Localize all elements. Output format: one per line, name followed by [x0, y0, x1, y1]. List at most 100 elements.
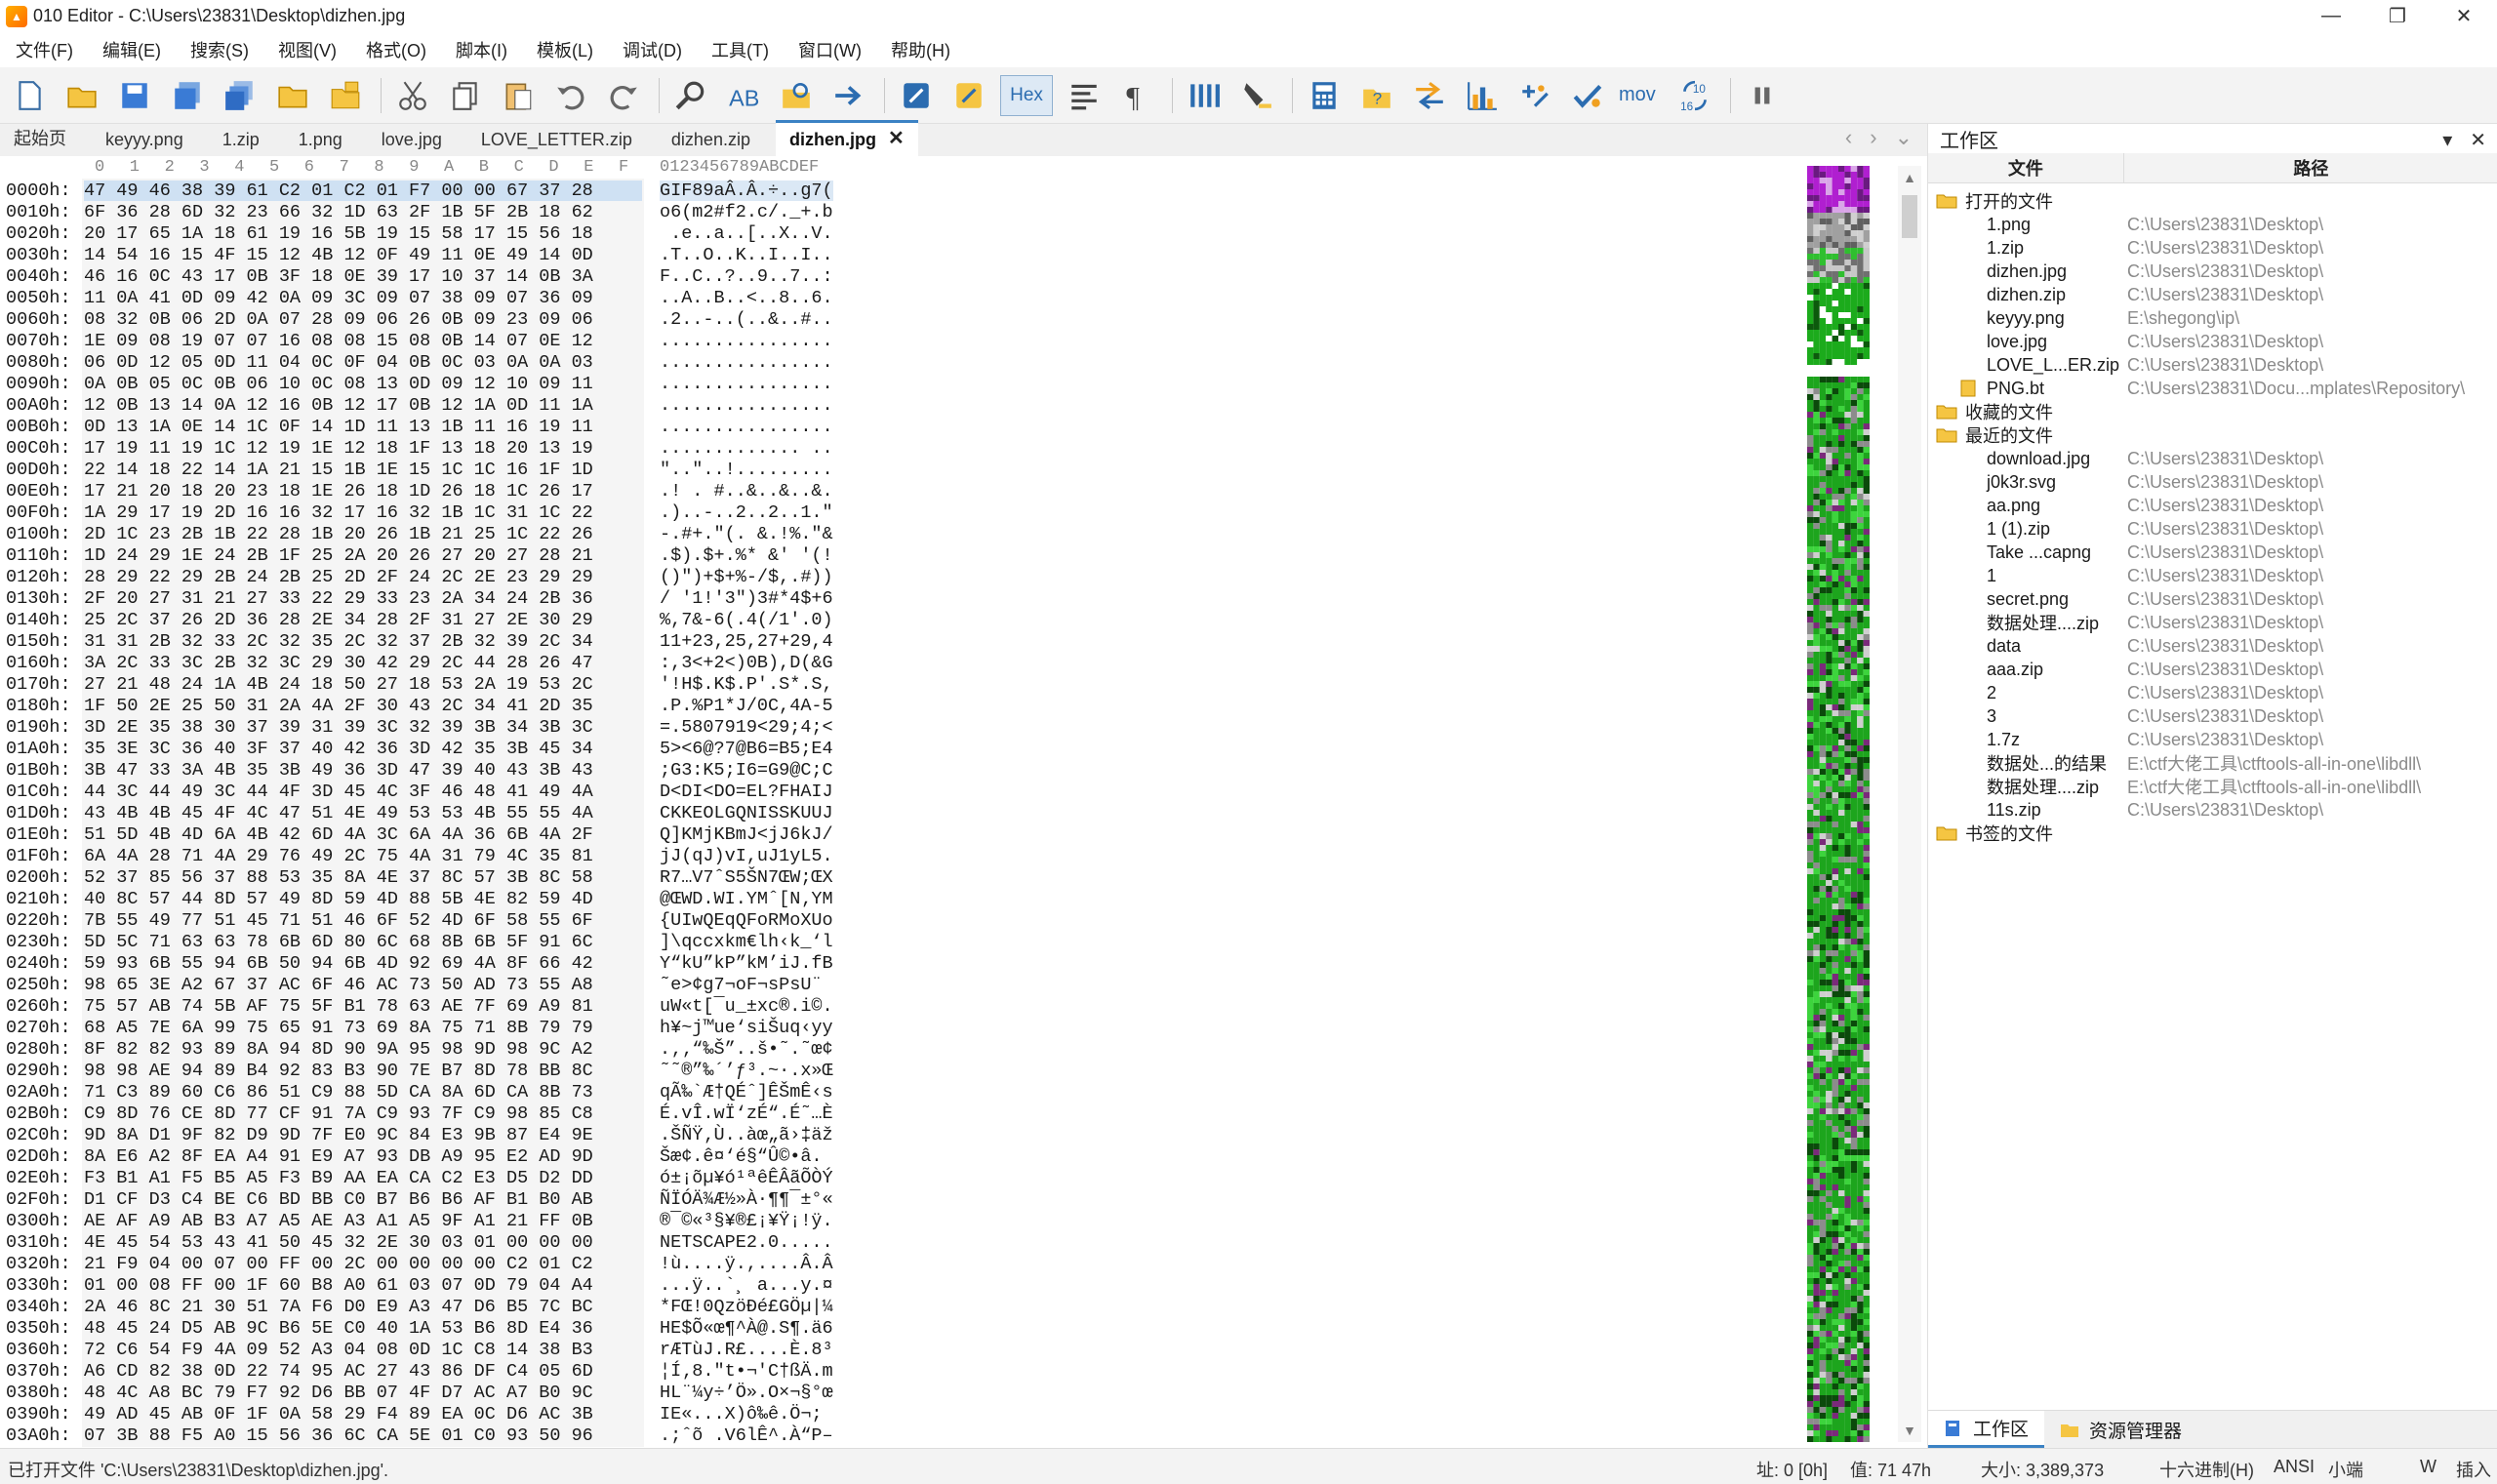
panel-menu-icon[interactable]: ▾ [2442, 128, 2452, 152]
row-ascii[interactable]: ]\qccxkm€lh‹k_‘l [660, 932, 833, 952]
calculator-icon[interactable] [1303, 74, 1346, 117]
tree-file-item[interactable]: keyyy.png E:\shegong\ip\ [1928, 306, 2497, 330]
row-ascii[interactable]: ................ [660, 417, 833, 437]
row-hex-bytes[interactable]: 28 29 22 29 2B 24 2B 25 2D 2F 24 2C 2E 2… [84, 567, 642, 587]
tree-file-item[interactable]: aaa.zip C:\Users\23831\Desktop\ [1928, 658, 2497, 681]
row-hex-bytes[interactable]: 59 93 6B 55 94 6B 50 94 6B 4D 92 69 4A 8… [84, 953, 642, 974]
row-ascii[interactable]: ................ [660, 352, 833, 373]
menu-format[interactable]: 格式(O) [350, 37, 440, 62]
status-encoding[interactable]: ANSI [2274, 1457, 2315, 1477]
row-ascii[interactable]: :,3<+2<)0B),D(&G [660, 653, 833, 673]
tab-scroll-left-icon[interactable]: ‹ [1845, 125, 1852, 150]
find-in-files-icon[interactable] [775, 74, 818, 117]
tree-group[interactable]: 打开的文件 [1928, 189, 2497, 213]
replace-icon[interactable]: AB [722, 74, 765, 117]
row-hex-bytes[interactable]: A6 CD 82 38 0D 22 74 95 AC 27 43 86 DF C… [84, 1361, 642, 1382]
scroll-down-icon[interactable]: ▼ [1898, 1423, 1921, 1438]
tree-file-item[interactable]: 1.png C:\Users\23831\Desktop\ [1928, 213, 2497, 236]
row-hex-bytes[interactable]: 31 31 2B 32 33 2C 32 35 2C 32 37 2B 32 3… [84, 631, 642, 652]
row-hex-bytes[interactable]: 08 32 0B 06 2D 0A 07 28 09 06 26 0B 09 2… [84, 309, 642, 330]
row-hex-bytes[interactable]: 7B 55 49 77 51 45 71 51 46 6F 52 4D 6F 5… [84, 910, 642, 931]
row-ascii[interactable]: ®¯©«³§¥®£¡¥Ÿ¡!ÿ. [660, 1211, 833, 1231]
row-ascii[interactable]: *FŒ!0QzöÐé£GÖµ|¼ [660, 1297, 833, 1317]
row-ascii[interactable]: .T..O..K..I..I.. [660, 245, 833, 265]
goto-icon[interactable] [827, 74, 870, 117]
row-hex-bytes[interactable]: 17 19 11 19 1C 12 19 1E 12 18 1F 13 18 2… [84, 438, 642, 459]
row-ascii[interactable]: Y“kU”kP”kM’iJ.fB [660, 953, 833, 974]
tree-file-item[interactable]: data C:\Users\23831\Desktop\ [1928, 634, 2497, 658]
row-hex-bytes[interactable]: 9D 8A D1 9F 82 D9 9D 7F E0 9C 84 E3 9B 8… [84, 1125, 642, 1145]
row-ascii[interactable]: .;ˆõ .V6lÊ^.À“P– [660, 1425, 833, 1446]
open-folder-2-icon[interactable] [271, 74, 314, 117]
row-hex-bytes[interactable]: C9 8D 76 CE 8D 77 CF 91 7A C9 93 7F C9 9… [84, 1103, 642, 1124]
row-ascii[interactable]: GIF89aÂ.Â.÷..g7( [660, 180, 833, 201]
row-ascii[interactable]: %,7&-6(.4(/1'.0) [660, 610, 833, 630]
row-ascii[interactable]: .ŠÑŸ‚Ù..àœ„ã›‡äž [660, 1125, 833, 1145]
highlight-icon[interactable] [1235, 74, 1278, 117]
menu-help[interactable]: 帮助(H) [875, 37, 964, 62]
row-ascii[interactable]: ˜e>¢g7¬oF¬sP­sU¨ [660, 975, 823, 995]
scroll-up-icon[interactable]: ▲ [1898, 170, 1921, 185]
row-hex-bytes[interactable]: 1D 24 29 1E 24 2B 1F 25 2A 20 26 27 20 2… [84, 545, 642, 566]
tree-file-item[interactable]: 3 C:\Users\23831\Desktop\ [1928, 704, 2497, 728]
menu-file[interactable]: 文件(F) [0, 37, 87, 62]
row-ascii[interactable]: / '1!'3")3#*4$+6 [660, 588, 833, 609]
menu-search[interactable]: 搜索(S) [175, 37, 262, 62]
tree-file-item[interactable]: LOVE_L...ER.zip C:\Users\23831\Desktop\ [1928, 353, 2497, 377]
tree-group[interactable]: 最近的文件 [1928, 423, 2497, 447]
tree-file-item[interactable]: 1 C:\Users\23831\Desktop\ [1928, 564, 2497, 587]
row-ascii[interactable]: .e..a..[..X..V. [660, 223, 833, 244]
row-hex-bytes[interactable]: 52 37 85 56 37 88 53 35 8A 4E 37 8C 57 3… [84, 867, 642, 888]
row-hex-bytes[interactable]: 1E 09 08 19 07 07 16 08 08 15 08 0B 14 0… [84, 331, 642, 351]
row-ascii[interactable]: Šæ¢.ê¤‘é§“Û©•â­. [660, 1146, 823, 1167]
tree-file-item[interactable]: 1 (1).zip C:\Users\23831\Desktop\ [1928, 517, 2497, 541]
row-ascii[interactable]: HL¨¼y÷’Ö».O×¬§°œ [660, 1383, 833, 1403]
row-ascii[interactable]: CKKEOLGQNISSKUUJ [660, 803, 833, 823]
row-hex-bytes[interactable]: 17 21 20 18 20 23 18 1E 26 18 1D 26 18 1… [84, 481, 642, 501]
tree-file-item[interactable]: 数据处理....zip E:\ctf大佬工具\ctftools-all-in-on… [1928, 775, 2497, 798]
row-hex-bytes[interactable]: 1A 29 17 19 2D 16 16 32 17 16 32 1B 1C 3… [84, 502, 642, 523]
tree-file-item[interactable]: PNG.bt C:\Users\23831\Docu...mplates\Repo… [1928, 377, 2497, 400]
checksum-icon[interactable] [1513, 74, 1556, 117]
tab-love-jpg[interactable]: love.jpg [368, 124, 467, 156]
row-hex-bytes[interactable]: 8F 82 82 93 89 8A 94 8D 90 9A 95 98 9D 9… [84, 1039, 642, 1060]
row-ascii[interactable]: ................ [660, 395, 833, 416]
row-hex-bytes[interactable]: 4E 45 54 53 43 41 50 45 32 2E 30 03 01 0… [84, 1232, 642, 1253]
row-ascii[interactable]: ................ [660, 331, 833, 351]
maximize-button[interactable]: ❐ [2364, 0, 2431, 32]
row-hex-bytes[interactable]: 48 45 24 D5 AB 9C B6 5E C0 40 1A 53 B6 8… [84, 1318, 642, 1339]
row-hex-bytes[interactable]: 12 0B 13 14 0A 12 16 0B 12 17 0B 12 1A 0… [84, 395, 642, 416]
copy-icon[interactable] [444, 74, 487, 117]
menu-edit[interactable]: 编辑(E) [87, 37, 175, 62]
row-ascii[interactable]: R7…V7ˆS5ŠN7ŒW;ŒX [660, 867, 833, 888]
find-icon[interactable] [669, 74, 712, 117]
tab-explorer[interactable]: 资源管理器 [2044, 1411, 2197, 1448]
file-column-header[interactable]: 文件 [1928, 153, 2124, 182]
tab-dizhen-zip[interactable]: dizhen.zip [658, 124, 776, 156]
row-hex-bytes[interactable]: 20 17 65 1A 18 61 19 16 5B 19 15 58 17 1… [84, 223, 642, 244]
file-overview-minimap[interactable] [1807, 166, 1870, 1442]
row-ascii[interactable]: ˜˜®”‰´’ƒ³.~·.x»Œ [660, 1061, 833, 1081]
tree-file-item[interactable]: download.jpg C:\Users\23831\Desktop\ [1928, 447, 2497, 470]
show-whitespace-icon[interactable]: ¶ [1115, 74, 1158, 117]
row-hex-bytes[interactable]: 06 0D 12 05 0D 11 04 0C 0F 04 0B 0C 03 0… [84, 352, 642, 373]
row-hex-bytes[interactable]: AE AF A9 AB B3 A7 A5 AE A3 A1 A5 9F A1 2… [84, 1211, 642, 1231]
row-hex-bytes[interactable]: 40 8C 57 44 8D 57 49 8D 59 4D 88 5B 4E 8… [84, 889, 642, 909]
row-ascii[interactable]: @ŒWD.WI.YMˆ[N‚YM [660, 889, 833, 909]
tree-file-item[interactable]: 1.zip C:\Users\23831\Desktop\ [1928, 236, 2497, 260]
tree-file-item[interactable]: 数据处理....zip C:\Users\23831\Desktop\ [1928, 611, 2497, 634]
tab-list-dropdown-icon[interactable]: ⌄ [1895, 125, 1913, 150]
tree-file-item[interactable]: Take ...capng C:\Users\23831\Desktop\ [1928, 541, 2497, 564]
row-ascii[interactable]: ;G3:K5;I6=G9@C;C [660, 760, 833, 781]
row-hex-bytes[interactable]: 2D 1C 23 2B 1B 22 28 1B 20 26 1B 21 25 1… [84, 524, 642, 544]
menu-scripts[interactable]: 脚本(I) [440, 37, 521, 62]
row-hex-bytes[interactable]: 43 4B 4B 45 4F 4C 47 51 4E 49 53 53 4B 5… [84, 803, 642, 823]
tab-close-icon[interactable]: ✕ [888, 126, 905, 150]
row-hex-bytes[interactable]: 6F 36 28 6D 32 23 66 32 1D 63 2F 1B 5F 2… [84, 202, 642, 222]
row-ascii[interactable]: 5><6@?7@B6=B5;E4 [660, 739, 833, 759]
row-hex-bytes[interactable]: 47 49 46 38 39 61 C2 01 C2 01 F7 00 00 6… [84, 180, 642, 201]
row-hex-bytes[interactable]: 72 C6 54 F9 4A 09 52 A3 04 08 0D 1C C8 1… [84, 1340, 642, 1360]
tree-group[interactable]: 书签的文件 [1928, 822, 2497, 845]
row-hex-bytes[interactable]: 68 A5 7E 6A 99 75 65 91 73 69 8A 75 71 8… [84, 1018, 642, 1038]
row-ascii[interactable]: F..C..?..9..7..: [660, 266, 833, 287]
